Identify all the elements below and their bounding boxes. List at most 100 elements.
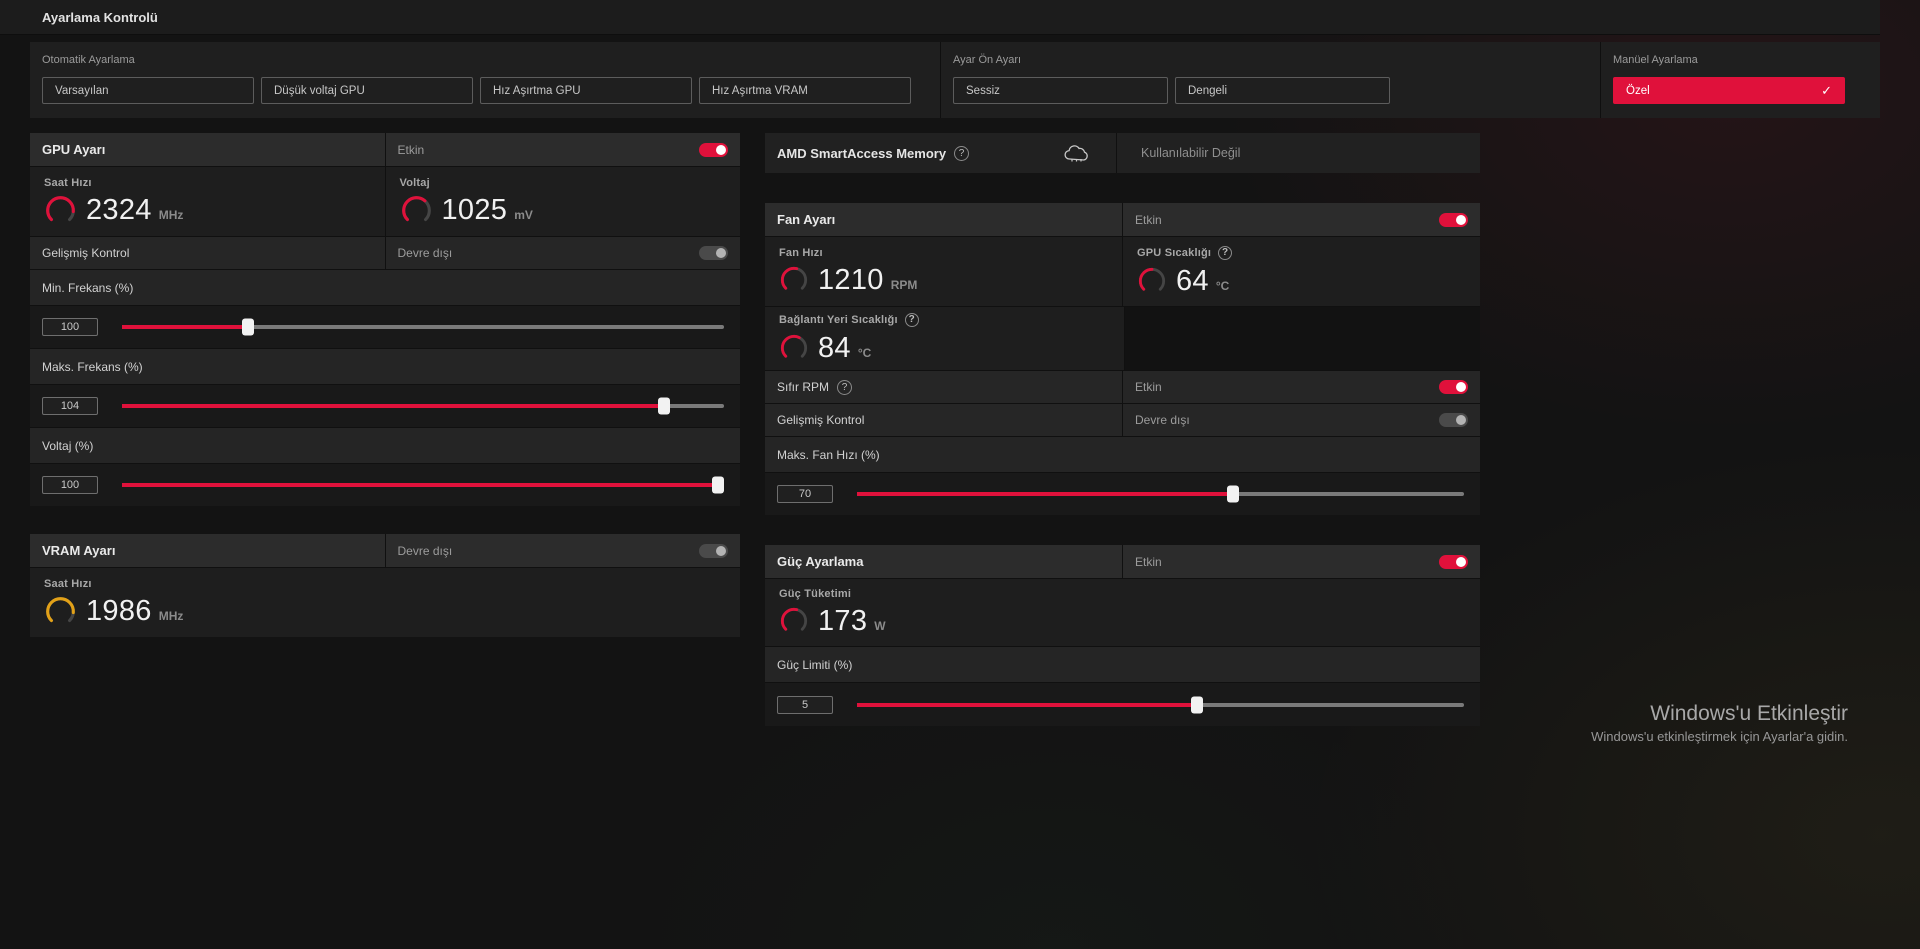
min-frequency-label-row: Min. Frekans (%) [30,269,740,305]
power-limit-slider[interactable] [857,696,1464,713]
fan-card-title: Fan Ayarı [777,212,836,227]
fan-title-cell: Fan Ayarı [765,203,1123,236]
max-fan-speed-slider[interactable] [857,485,1464,503]
power-card-title: Güç Ayarlama [777,554,864,569]
gpu-temperature-unit: °C [1215,279,1230,293]
slider-thumb[interactable] [657,397,670,415]
toggle-knob [1456,415,1466,425]
gauge-icon [44,194,77,227]
fan-advanced-status-text: Devre dışı [1135,413,1190,427]
gpu-card-header: GPU Ayarı Etkin [30,133,740,166]
tuning-preset-label: Ayar Ön Ayarı [953,54,1022,66]
power-title-cell: Güç Ayarlama [765,545,1123,578]
gpu-status-text: Etkin [397,142,425,157]
preset-undervolt-gpu-button[interactable]: Düşük voltaj GPU [261,77,473,104]
gpu-tuning-card: GPU Ayarı Etkin Saat Hızı 2324 MHz Volta… [30,133,740,506]
left-column: GPU Ayarı Etkin Saat Hızı 2324 MHz Volta… [30,133,740,637]
fan-enabled-toggle[interactable] [1439,212,1468,227]
preset-overclock-gpu-button[interactable]: Hız Aşırtma GPU [480,77,692,104]
page-title: Ayarlama Kontrolü [42,9,158,25]
fan-tuning-card: Fan Ayarı Etkin Fan Hızı 1210 RPM GPU Sı… [765,203,1480,515]
gpu-advanced-toggle[interactable] [699,246,728,260]
fan-advanced-toggle[interactable] [1439,413,1468,427]
junction-temperature-stat: Bağlantı Yeri Sıcaklığı 84 °C [765,307,1125,370]
fan-card-header: Fan Ayarı Etkin [765,203,1480,236]
gpu-temperature-label-text: GPU Sıcaklığı [1137,246,1212,259]
junction-temperature-unit: °C [857,346,872,360]
gpu-clock-unit: MHz [158,208,184,222]
help-icon[interactable] [1218,245,1233,260]
voltage-percent-slider[interactable] [122,476,724,494]
help-icon[interactable] [837,379,853,395]
max-frequency-slider[interactable] [122,397,724,415]
fan-speed-unit: RPM [890,278,918,292]
auto-tuning-buttons: Varsayılan Düşük voltaj GPU Hız Aşırtma … [42,77,928,104]
max-frequency-slider-row [30,384,740,427]
min-frequency-slider[interactable] [122,318,724,336]
power-tuning-card: Güç Ayarlama Etkin Güç Tüketimi 173 W Gü… [765,545,1480,726]
watermark-title: Windows'u Etkinleştir [1650,702,1848,725]
vram-stats-row: Saat Hızı 1986 MHz [30,567,740,637]
power-consumption-label: Güç Tüketimi [779,587,852,600]
slider-fill [122,476,724,494]
preset-balanced-button[interactable]: Dengeli [1175,77,1390,104]
vram-enabled-toggle[interactable] [699,543,728,558]
vram-clock-value: 1986 [86,594,152,627]
slider-thumb[interactable] [711,476,724,494]
toggle-knob [716,545,726,556]
junction-temperature-row: Bağlantı Yeri Sıcaklığı 84 °C [765,306,1480,370]
gpu-clock-stat: Saat Hızı 2324 MHz [30,167,386,236]
smart-access-memory-icon [1063,144,1090,163]
max-frequency-input[interactable] [42,397,98,415]
sam-title: AMD SmartAccess Memory [777,145,947,161]
tuning-preset-buttons: Sessiz Dengeli [953,77,1588,104]
junction-temperature-value: 84 [818,331,851,364]
fan-status-text: Etkin [1135,212,1162,227]
page-title-bar: Ayarlama Kontrolü [0,0,1880,35]
preset-quiet-button[interactable]: Sessiz [953,77,1168,104]
fan-advanced-label: Gelişmiş Kontrol [777,413,865,427]
power-limit-label-row: Güç Limiti (%) [765,646,1480,682]
empty-cell [1125,307,1480,370]
gpu-clock-label: Saat Hızı [44,176,92,189]
slider-thumb[interactable] [1190,696,1203,713]
gpu-advanced-status-text: Devre dışı [397,246,453,260]
gpu-temperature-label: GPU Sıcaklığı [1137,245,1233,260]
power-status-text: Etkin [1135,554,1162,569]
gpu-enabled-toggle[interactable] [699,142,728,157]
preset-overclock-vram-button[interactable]: Hız Aşırtma VRAM [699,77,911,104]
smart-access-memory-row: AMD SmartAccess Memory Kullanılabilir De… [765,133,1480,173]
zero-rpm-toggle[interactable] [1439,380,1468,394]
voltage-percent-input[interactable] [42,476,98,494]
help-icon[interactable] [904,312,919,327]
sam-status-text: Kullanılabilir Değil [1141,146,1241,160]
gpu-voltage-value: 1025 [441,193,508,226]
slider-thumb[interactable] [1227,485,1240,503]
power-limit-input[interactable] [777,695,833,714]
gpu-temperature-value: 64 [1176,264,1209,297]
gpu-advanced-label: Gelişmiş Kontrol [42,246,130,260]
preset-custom-button[interactable]: Özel ✓ [1613,77,1845,104]
slider-thumb[interactable] [242,318,255,336]
max-fan-speed-input[interactable] [777,485,833,503]
zero-rpm-status-text: Etkin [1135,380,1162,394]
min-frequency-input[interactable] [42,318,98,336]
fan-advanced-label-cell: Gelişmiş Kontrol [765,404,1123,436]
toggle-knob [716,144,726,155]
sam-status-cell: Kullanılabilir Değil [1117,133,1480,173]
gpu-title-cell: GPU Ayarı [30,133,386,166]
power-enabled-toggle[interactable] [1439,554,1468,569]
watermark-subtitle: Windows'u etkinleştirmek için Ayarlar'a … [1591,729,1848,744]
windows-activation-watermark: Windows'u Etkinleştir Windows'u etkinleş… [1591,702,1848,744]
power-limit-slider-row [765,682,1480,726]
gauge-icon [400,194,433,227]
voltage-percent-label-row: Voltaj (%) [30,427,740,463]
help-icon[interactable] [954,145,970,161]
max-fan-speed-slider-row [765,472,1480,515]
power-consumption-value: 173 [818,604,868,637]
gpu-advanced-label-cell: Gelişmiş Kontrol [30,237,386,269]
auto-tuning-group: Otomatik Ayarlama Varsayılan Düşük volta… [30,42,940,118]
junction-temperature-label-text: Bağlantı Yeri Sıcaklığı [779,313,898,326]
fan-speed-stat: Fan Hızı 1210 RPM [765,237,1123,306]
preset-default-button[interactable]: Varsayılan [42,77,254,104]
